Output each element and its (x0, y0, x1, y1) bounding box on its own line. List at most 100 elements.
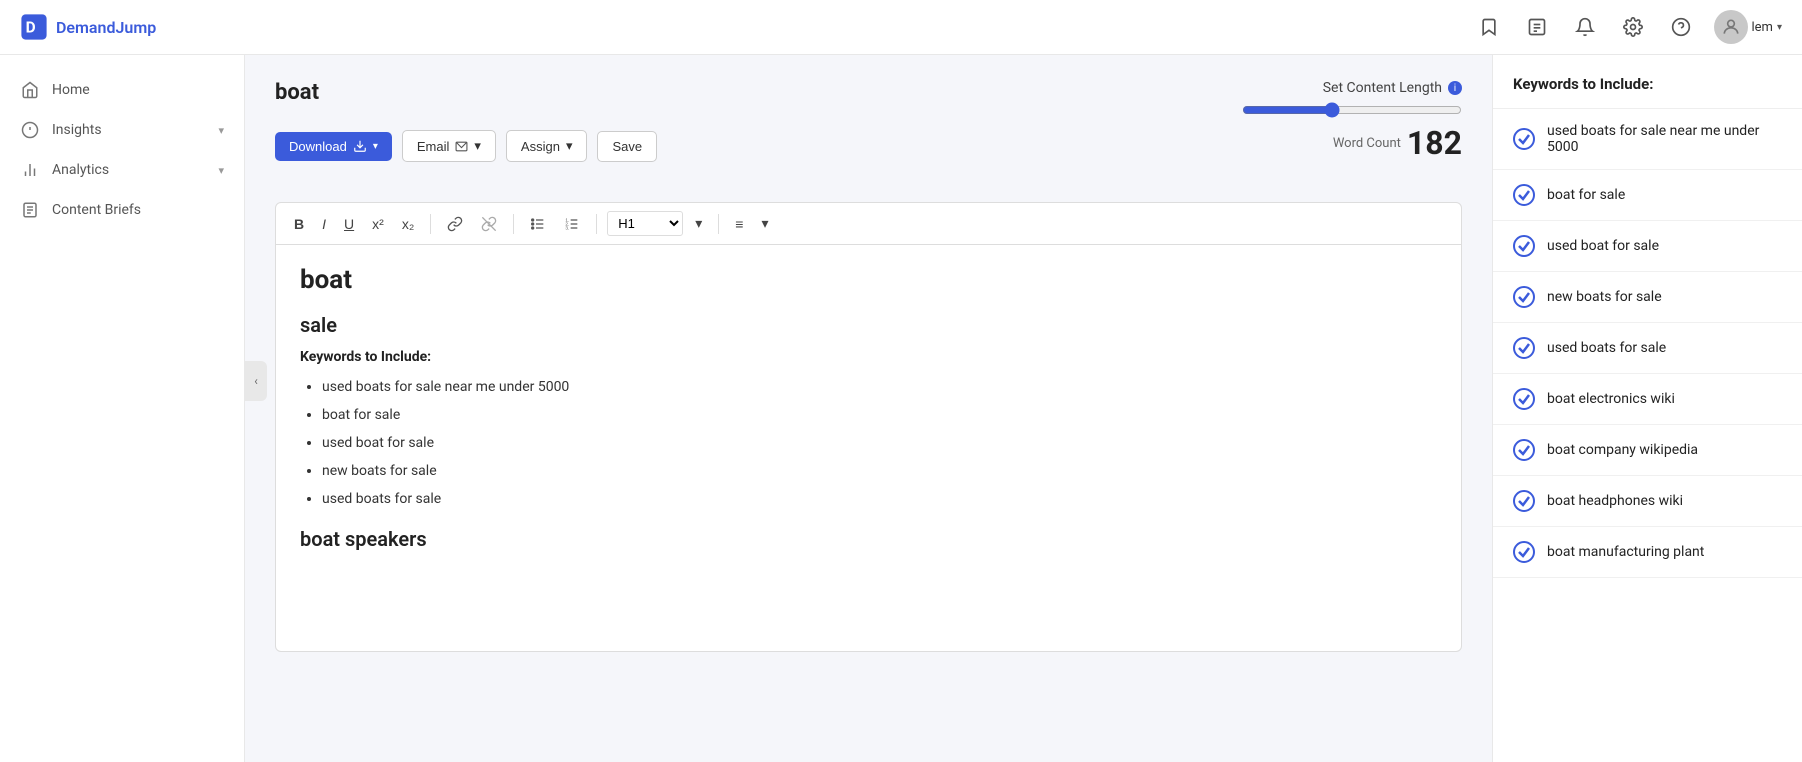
sidebar-item-content-briefs[interactable]: Content Briefs (0, 190, 244, 230)
keyword-item[interactable]: used boats for sale near me under 5000 (1493, 109, 1802, 170)
help-icon[interactable] (1666, 12, 1696, 42)
document-icon[interactable] (1522, 12, 1552, 42)
underline-icon: U (344, 216, 354, 232)
sidebar-home-label: Home (52, 82, 224, 98)
editor-keyword-item: used boats for sale (322, 485, 1437, 513)
settings-icon[interactable] (1618, 12, 1648, 42)
keyword-text: used boat for sale (1547, 238, 1659, 254)
download-label: Download (289, 139, 347, 154)
content-length-slider[interactable] (1242, 102, 1462, 118)
subscript-button[interactable]: x₂ (396, 213, 420, 235)
keyword-check-icon (1513, 439, 1535, 461)
link-icon (447, 216, 463, 232)
keyword-check-icon (1513, 286, 1535, 308)
rte-sep-1 (430, 214, 431, 234)
content-length-info-icon[interactable]: i (1448, 81, 1462, 95)
align-caret-button[interactable]: ▾ (755, 212, 774, 235)
sidebar-item-analytics[interactable]: Analytics ▾ (0, 150, 244, 190)
keyword-text: boat for sale (1547, 187, 1625, 203)
right-panel-title: Keywords to Include: (1493, 75, 1802, 109)
italic-button[interactable]: I (316, 213, 332, 235)
assign-caret: ▾ (566, 138, 573, 154)
logo-icon: D (20, 13, 48, 41)
content-length-label-row: Set Content Length i (1323, 80, 1462, 96)
user-name: lem (1752, 20, 1773, 35)
bell-icon[interactable] (1570, 12, 1600, 42)
sidebar-content-briefs-label: Content Briefs (52, 202, 224, 218)
user-avatar-wrap[interactable]: lem ▾ (1714, 10, 1783, 44)
heading-caret-icon: ▾ (695, 215, 702, 232)
keywords-section-title: Keywords to Include: (300, 349, 1437, 365)
sidebar-item-insights[interactable]: Insights ▾ (0, 110, 244, 150)
sidebar-item-home[interactable]: Home (0, 70, 244, 110)
save-button[interactable]: Save (597, 131, 657, 162)
italic-icon: I (322, 216, 326, 232)
align-caret-icon: ▾ (761, 215, 768, 232)
sidebar: Home Insights ▾ Analytics ▾ Content Brie… (0, 55, 245, 762)
align-button[interactable]: ≡ (729, 213, 749, 235)
avatar (1714, 10, 1748, 44)
rte-toolbar: B I U x² x₂ 1.2.3. (276, 203, 1461, 245)
content-length-label: Set Content Length (1323, 80, 1442, 96)
keyword-item[interactable]: new boats for sale (1493, 272, 1802, 323)
top-controls-left: boat Download ▾ Email ▾ Assign ▾ (275, 80, 657, 182)
keyword-item[interactable]: boat headphones wiki (1493, 476, 1802, 527)
assign-button[interactable]: Assign ▾ (506, 130, 588, 162)
unlink-icon (481, 216, 497, 232)
keyword-item[interactable]: used boats for sale (1493, 323, 1802, 374)
keyword-check-icon (1513, 490, 1535, 512)
editor-heading1: boat (300, 265, 1437, 295)
keyword-check-icon (1513, 128, 1535, 150)
rte-sep-2 (513, 214, 514, 234)
rich-text-editor: B I U x² x₂ 1.2.3. (275, 202, 1462, 652)
top-controls-row: boat Download ▾ Email ▾ Assign ▾ (275, 80, 1462, 182)
logo[interactable]: D DemandJump (20, 13, 156, 41)
keyword-item[interactable]: used boat for sale (1493, 221, 1802, 272)
editor-keyword-item: new boats for sale (322, 457, 1437, 485)
editor-area: boat Download ▾ Email ▾ Assign ▾ (245, 55, 1492, 762)
keyword-text: boat company wikipedia (1547, 442, 1698, 458)
insights-arrow: ▾ (218, 124, 224, 137)
email-button[interactable]: Email ▾ (402, 130, 496, 162)
sidebar-collapse-button[interactable]: ‹ (245, 361, 267, 401)
insights-icon (20, 120, 40, 140)
user-menu-caret: ▾ (1777, 22, 1782, 33)
svg-text:3.: 3. (566, 225, 570, 230)
download-button[interactable]: Download ▾ (275, 132, 392, 161)
bookmark-icon[interactable] (1474, 12, 1504, 42)
download-caret: ▾ (373, 141, 378, 152)
save-label: Save (612, 139, 642, 154)
email-label: Email (417, 139, 450, 154)
keyword-item[interactable]: boat manufacturing plant (1493, 527, 1802, 578)
topnav-actions: lem ▾ (1474, 10, 1783, 44)
editor-keyword-list: used boats for sale near me under 5000bo… (300, 373, 1437, 513)
keyword-check-icon (1513, 388, 1535, 410)
rte-sep-4 (718, 214, 719, 234)
bold-button[interactable]: B (288, 213, 310, 235)
topnav: D DemandJump lem ▾ (0, 0, 1802, 55)
subscript-icon: x₂ (402, 216, 414, 232)
superscript-button[interactable]: x² (366, 213, 390, 235)
keyword-item[interactable]: boat electronics wiki (1493, 374, 1802, 425)
keyword-check-icon (1513, 541, 1535, 563)
word-count-value: 182 (1407, 124, 1462, 162)
keyword-text: boat electronics wiki (1547, 391, 1675, 407)
ordered-list-icon: 1.2.3. (564, 216, 580, 232)
superscript-icon: x² (372, 216, 384, 232)
keyword-item[interactable]: boat company wikipedia (1493, 425, 1802, 476)
page-title: boat (275, 80, 657, 105)
unlink-button[interactable] (475, 213, 503, 235)
link-button[interactable] (441, 213, 469, 235)
ordered-list-button[interactable]: 1.2.3. (558, 213, 586, 235)
rte-body[interactable]: boat sale Keywords to Include: used boat… (276, 245, 1461, 645)
assign-label: Assign (521, 139, 560, 154)
logo-text: DemandJump (56, 18, 156, 37)
unordered-list-button[interactable] (524, 213, 552, 235)
keywords-section: Keywords to Include: used boats for sale… (300, 349, 1437, 513)
heading-select[interactable]: H1H2H3Normal (607, 211, 683, 236)
keyword-text: used boats for sale near me under 5000 (1547, 123, 1782, 155)
editor-keyword-item: used boats for sale near me under 5000 (322, 373, 1437, 401)
heading-caret-button[interactable]: ▾ (689, 212, 708, 235)
underline-button[interactable]: U (338, 213, 360, 235)
keyword-item[interactable]: boat for sale (1493, 170, 1802, 221)
